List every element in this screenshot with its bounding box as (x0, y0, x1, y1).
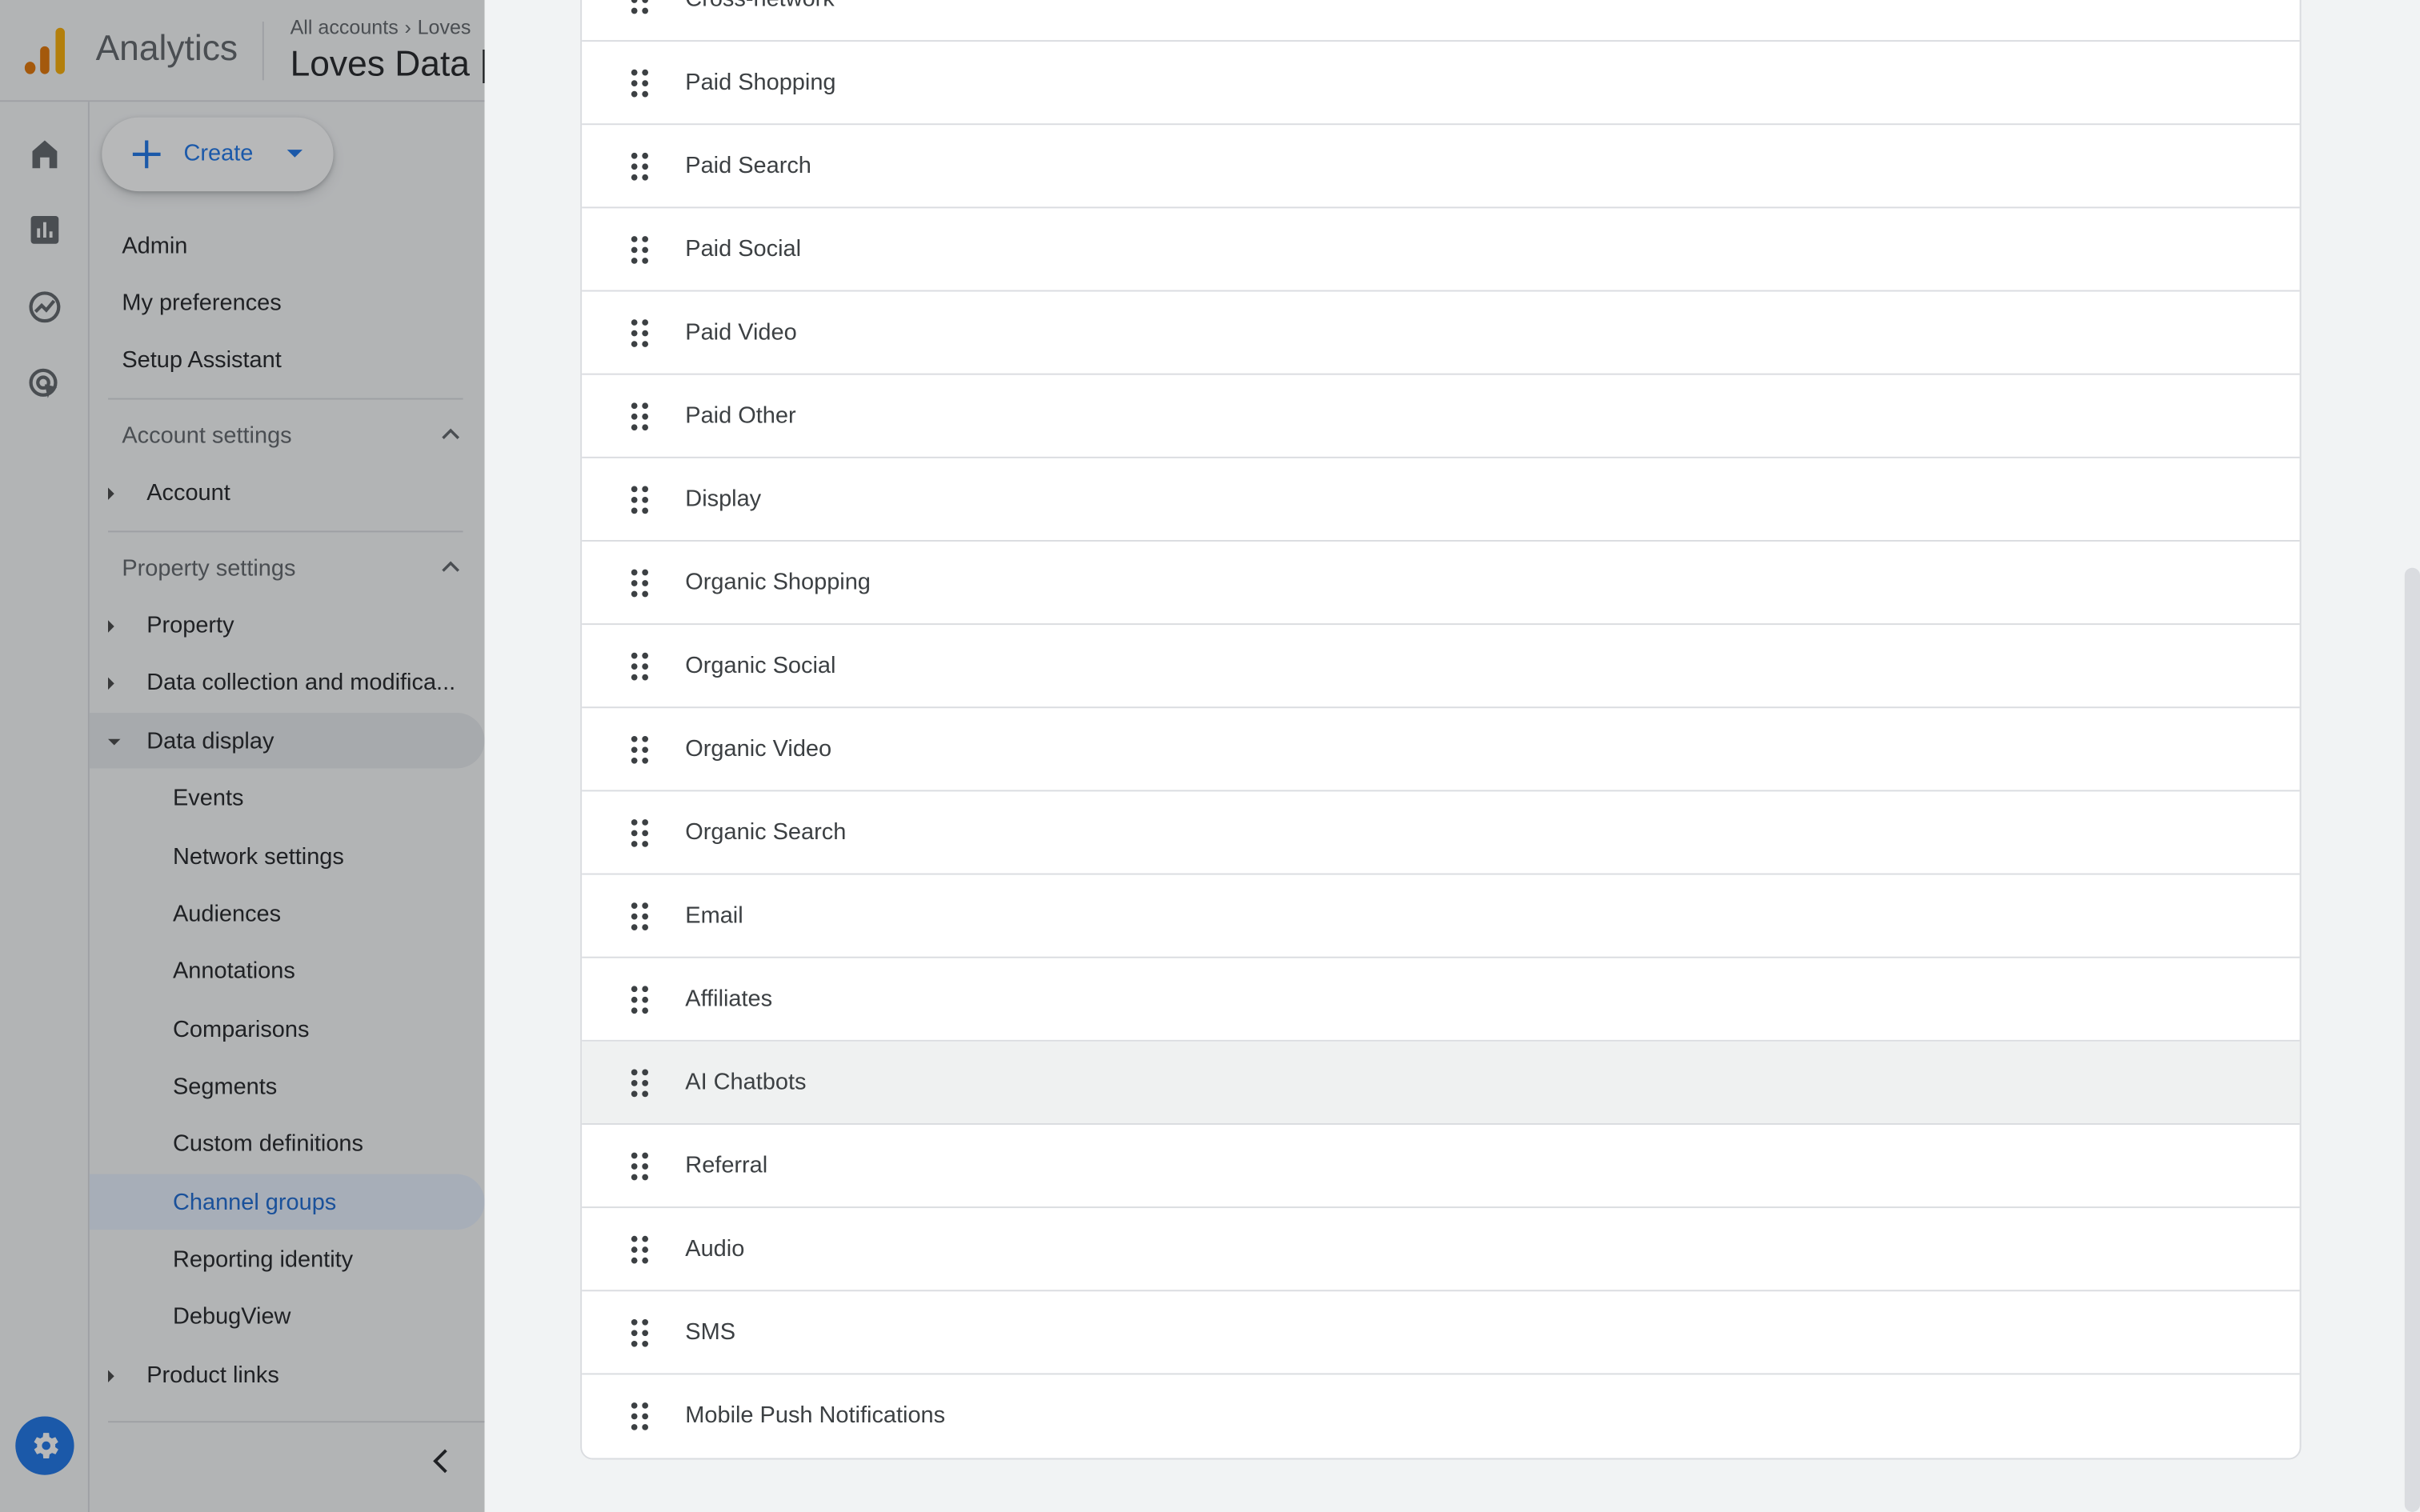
list-item[interactable]: SMS (582, 1291, 2300, 1375)
channel-label: Affiliates (685, 986, 773, 1013)
drag-handle-icon[interactable] (631, 1152, 650, 1181)
channel-label: Paid Social (685, 236, 802, 262)
drag-handle-icon[interactable] (631, 236, 650, 264)
list-item[interactable]: Organic Social (582, 625, 2300, 709)
list-item[interactable]: Referral (582, 1125, 2300, 1209)
list-item[interactable]: Paid Search (582, 125, 2300, 209)
list-item[interactable]: Organic Shopping (582, 542, 2300, 626)
channel-label: AI Chatbots (685, 1069, 807, 1096)
list-item[interactable]: Mobile Push Notifications (582, 1374, 2300, 1458)
drag-handle-icon[interactable] (631, 1235, 650, 1264)
drag-handle-icon[interactable] (631, 1402, 650, 1430)
list-item[interactable]: AI Chatbots (582, 1041, 2300, 1125)
channel-label: Organic Social (685, 652, 836, 679)
drag-handle-icon[interactable] (631, 69, 650, 98)
list-item[interactable]: Organic Search (582, 791, 2300, 875)
drag-handle-icon[interactable] (631, 986, 650, 1014)
channel-label: Email (685, 902, 743, 930)
list-item[interactable]: Email (582, 875, 2300, 958)
channel-label: Organic Search (685, 819, 847, 846)
channel-label: Display (685, 486, 762, 513)
channel-label: Paid Shopping (685, 69, 836, 96)
drag-handle-icon[interactable] (631, 819, 650, 847)
list-item[interactable]: Display (582, 458, 2300, 542)
left-pane: Analytics All accounts › Loves Loves Data … (0, 0, 489, 1512)
drag-handle-icon[interactable] (631, 152, 650, 181)
list-item[interactable]: Cross-network (582, 0, 2300, 42)
list-item[interactable]: Paid Other (582, 375, 2300, 458)
drag-handle-icon[interactable] (631, 1318, 650, 1347)
channel-label: Mobile Push Notifications (685, 1402, 946, 1429)
channel-label: Paid Video (685, 319, 797, 346)
scrollbar[interactable] (2404, 567, 2420, 1512)
list-item[interactable]: Paid Shopping (582, 42, 2300, 126)
channel-label: Organic Video (685, 735, 832, 762)
channel-label: Paid Other (685, 402, 796, 430)
drag-handle-icon[interactable] (631, 1069, 650, 1098)
channel-label: Organic Shopping (685, 569, 871, 596)
channel-label: Referral (685, 1152, 768, 1179)
scrim-overlay[interactable] (0, 0, 485, 1512)
channel-label: Audio (685, 1235, 745, 1262)
channel-group-panel: Cross-network Paid Shopping Paid Search Pa… (484, 0, 2420, 1512)
drag-handle-icon[interactable] (631, 0, 650, 14)
channel-label: Paid Search (685, 152, 811, 179)
drag-handle-icon[interactable] (631, 569, 650, 598)
channel-label: Cross-network (685, 0, 834, 12)
drag-handle-icon[interactable] (631, 652, 650, 681)
drag-handle-icon[interactable] (631, 402, 650, 431)
list-item[interactable]: Organic Video (582, 708, 2300, 792)
drag-handle-icon[interactable] (631, 319, 650, 347)
list-item[interactable]: Paid Video (582, 292, 2300, 375)
drag-handle-icon[interactable] (631, 902, 650, 930)
list-item[interactable]: Audio (582, 1208, 2300, 1292)
drag-handle-icon[interactable] (631, 735, 650, 764)
list-item[interactable]: Affiliates (582, 958, 2300, 1042)
drag-handle-icon[interactable] (631, 486, 650, 514)
list-item[interactable]: Paid Social (582, 208, 2300, 292)
channel-list: Cross-network Paid Shopping Paid Search Pa… (580, 0, 2302, 1460)
channel-label: SMS (685, 1318, 736, 1346)
